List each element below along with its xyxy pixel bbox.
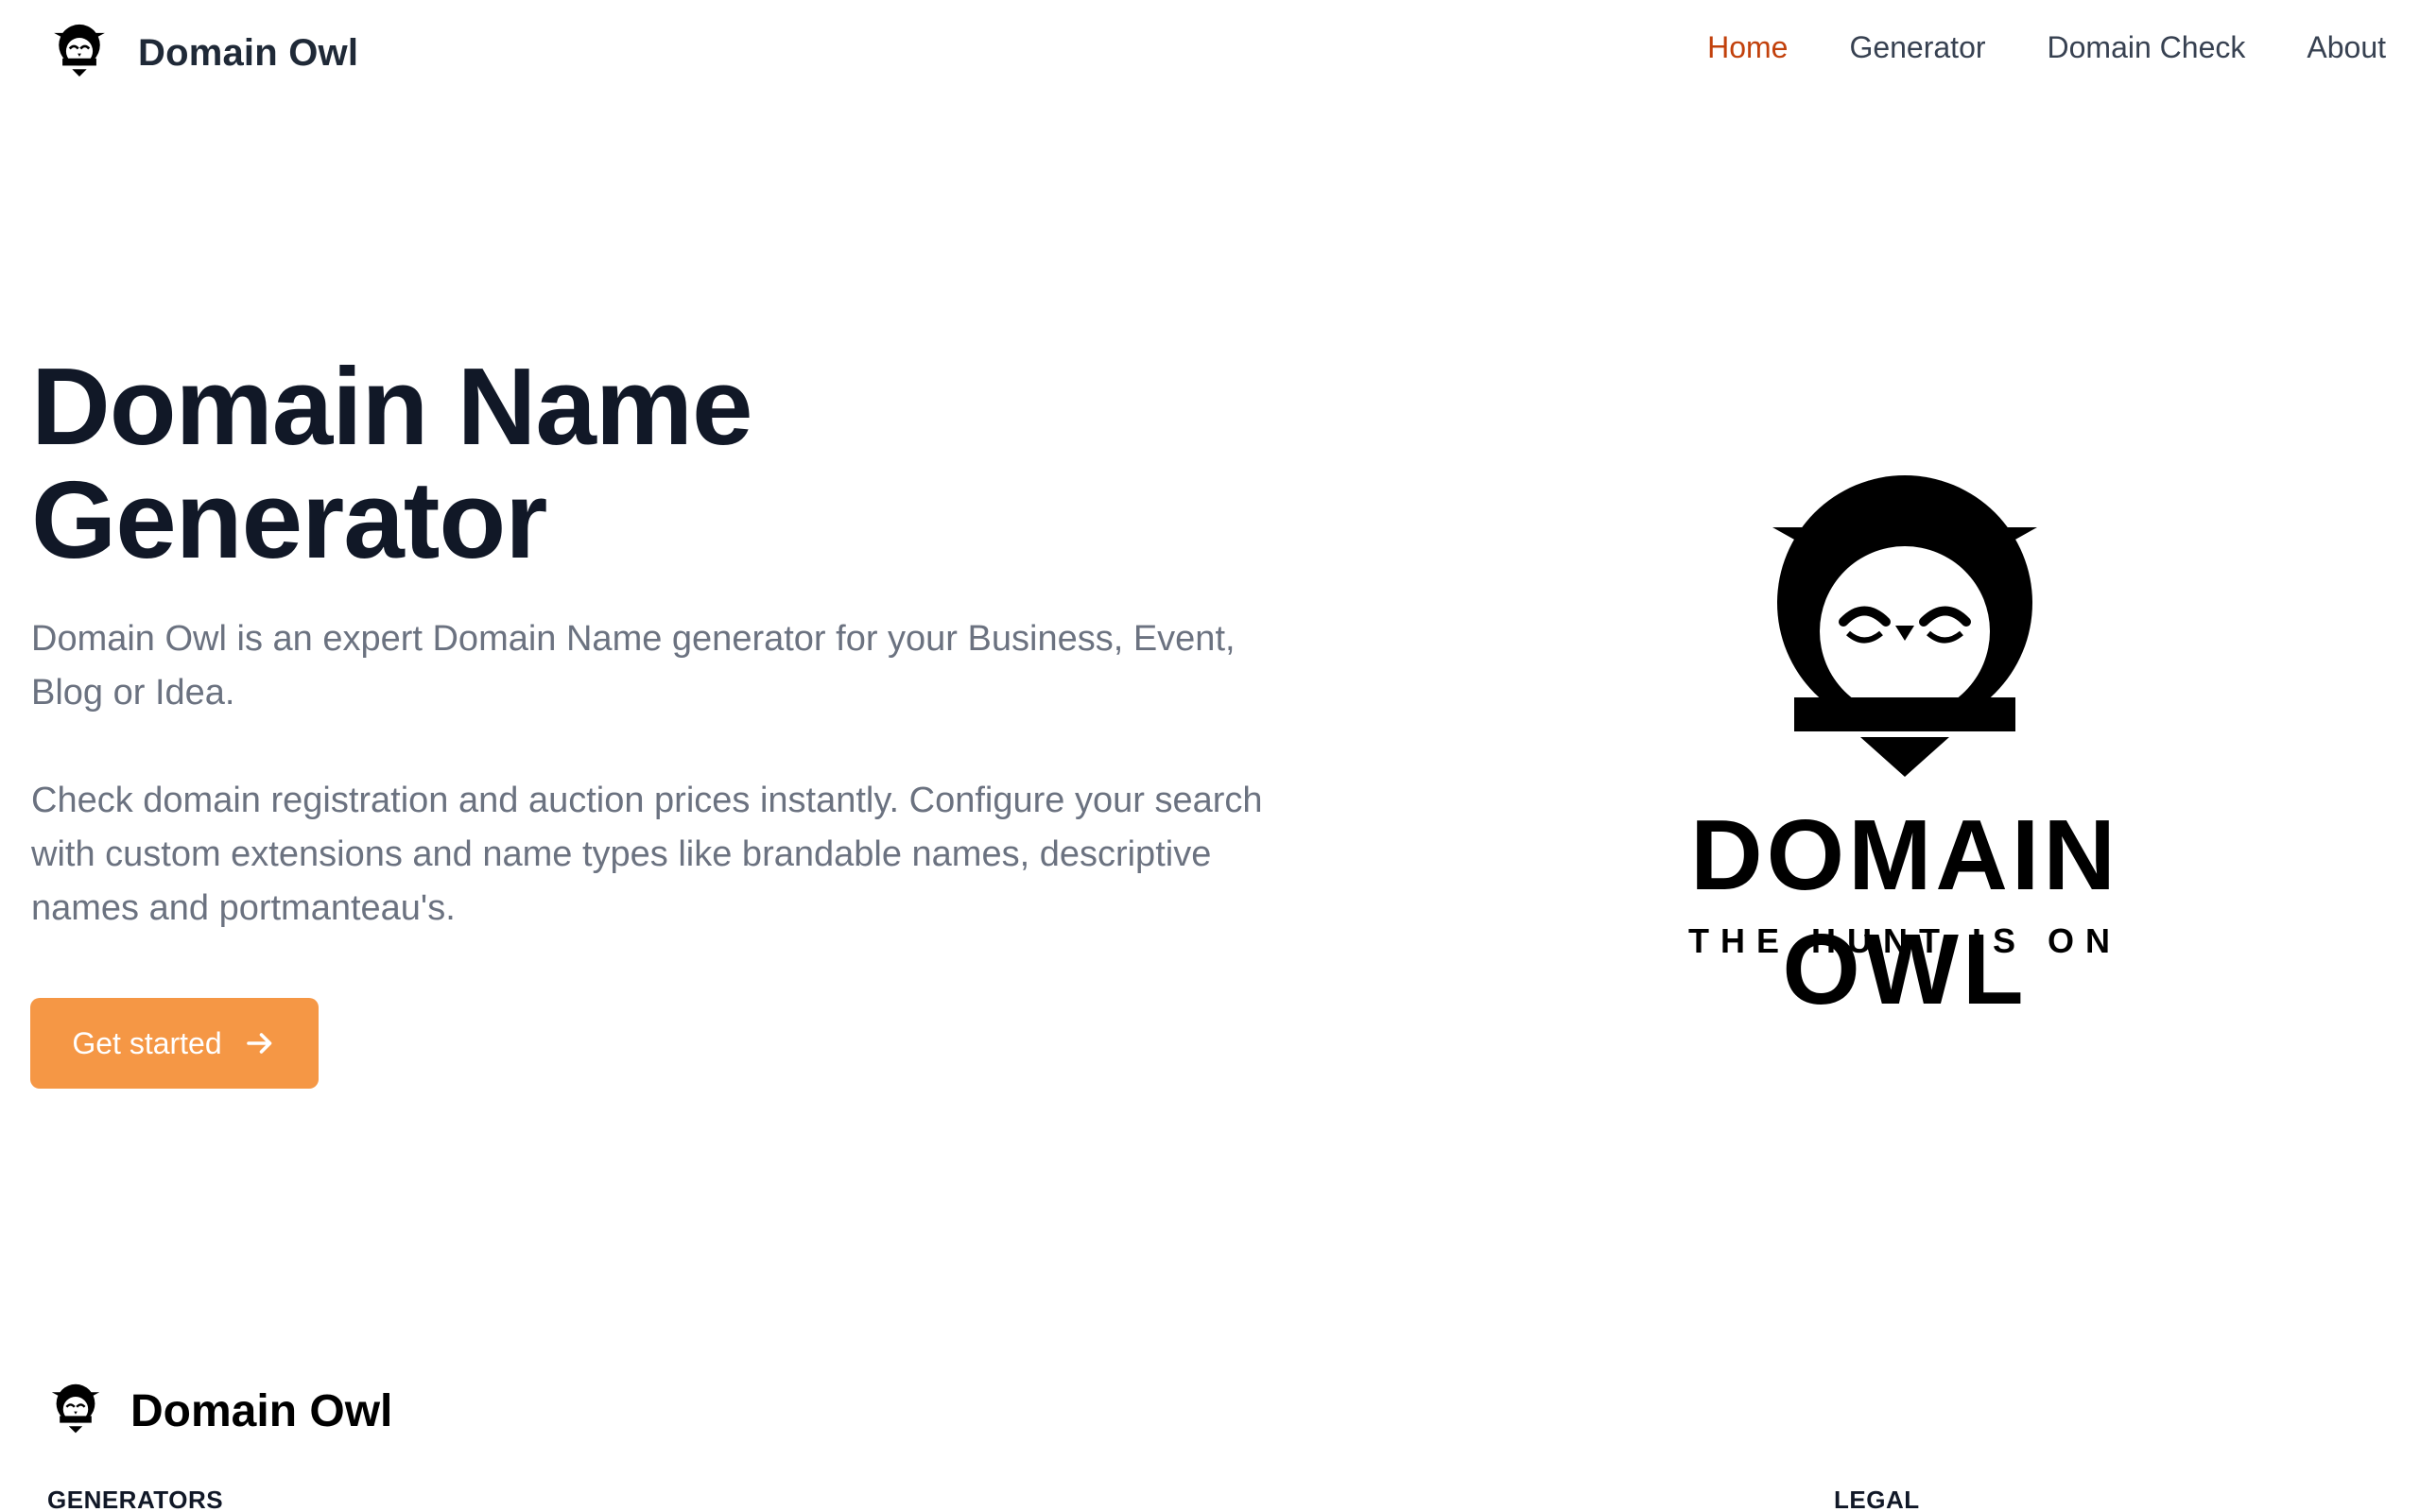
hero-logo: DOMAIN OWL THE HUNT IS ON <box>1560 463 2250 1025</box>
get-started-label: Get started <box>72 1025 222 1060</box>
hero-paragraph-1: Domain Owl is an expert Domain Name gene… <box>31 619 1236 713</box>
arrow-right-icon <box>246 1033 271 1054</box>
hero-paragraph-2: Check domain registration and auction pr… <box>31 781 1263 928</box>
hero-title-line2: Generator <box>31 458 547 581</box>
get-started-button[interactable]: Get started <box>30 998 319 1089</box>
logo-tagline: THE HUNT IS ON <box>1687 921 2121 960</box>
nav-about[interactable]: About <box>2307 30 2386 65</box>
nav-domain-check[interactable]: Domain Check <box>2048 30 2246 65</box>
owl-logo-icon <box>1772 475 2037 777</box>
logo-wordmark: DOMAIN OWL <box>1690 799 2119 1025</box>
header-brand-name: Domain Owl <box>138 31 359 74</box>
owl-logo-icon <box>51 1383 100 1434</box>
footer-generators-heading: GENERATORS <box>47 1486 224 1512</box>
hero-description: Domain Owl is an expert Domain Name gene… <box>31 612 1298 989</box>
main-nav: Home Generator Domain Check About <box>1646 30 2386 65</box>
footer-brand-name: Domain Owl <box>130 1385 393 1436</box>
site-header: Domain Owl Home Generator Domain Check A… <box>0 0 2420 106</box>
owl-logo-icon <box>54 24 105 77</box>
hero-title: Domain Name Generator <box>31 350 977 576</box>
footer-legal-heading: LEGAL <box>1834 1486 1920 1512</box>
nav-generator[interactable]: Generator <box>1849 30 1985 65</box>
nav-home[interactable]: Home <box>1707 30 1788 65</box>
header-brand[interactable]: Domain Owl <box>49 19 358 87</box>
hero-title-line1: Domain Name <box>31 345 753 468</box>
footer-brand[interactable]: Domain Owl <box>47 1380 392 1442</box>
